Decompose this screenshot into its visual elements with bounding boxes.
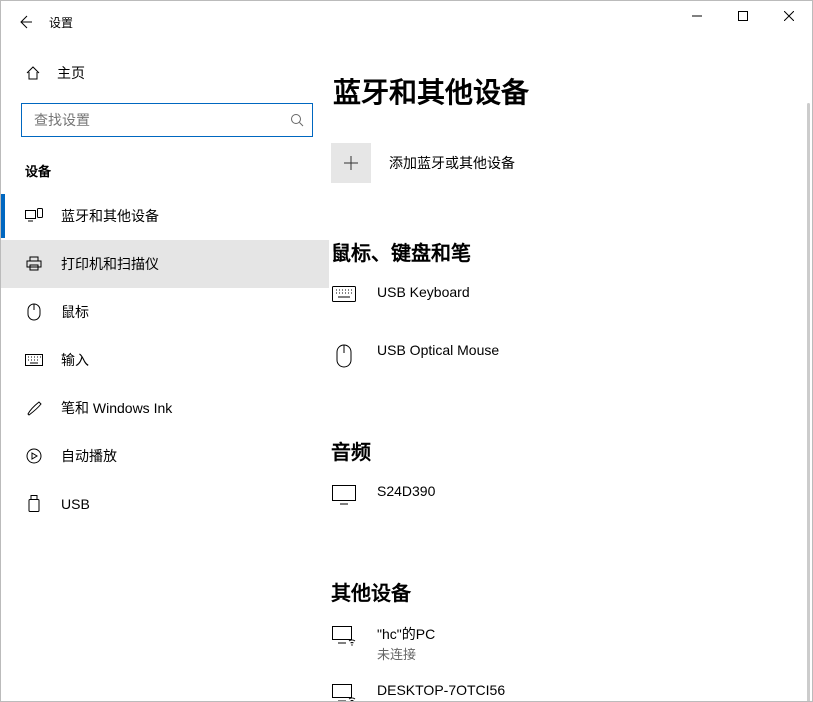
home-link[interactable]: 主页 [1, 53, 329, 93]
home-label: 主页 [57, 63, 85, 83]
device-name: "hc"的PC [377, 624, 435, 644]
device-status: 未连接 [377, 644, 435, 663]
back-button[interactable] [1, 1, 49, 43]
autoplay-icon [25, 448, 43, 464]
sidebar-nav: 蓝牙和其他设备 打印机和扫描仪 鼠标 [1, 192, 329, 528]
keyboard-icon [331, 284, 357, 302]
nav-label: 笔和 Windows Ink [61, 398, 172, 418]
nav-label: 输入 [61, 350, 89, 370]
monitor-icon [331, 483, 357, 505]
nav-printers[interactable]: 打印机和扫描仪 [1, 240, 329, 288]
nav-label: USB [61, 496, 90, 512]
titlebar: 设置 [1, 1, 812, 43]
nav-label: 自动播放 [61, 446, 117, 466]
mouse-icon [25, 303, 43, 321]
devices-icon [25, 208, 43, 224]
section-other-title: 其他设备 [331, 577, 802, 606]
scrollbar[interactable] [807, 103, 810, 701]
device-name: S24D390 [377, 483, 435, 499]
device-row[interactable]: DESKTOP-7OTCI56 未连接 [331, 682, 802, 701]
pen-icon [25, 400, 43, 416]
sidebar: 主页 设备 蓝牙和其他设备 [1, 43, 329, 701]
usb-icon [25, 495, 43, 513]
nav-label: 鼠标 [61, 302, 89, 322]
add-device-row[interactable]: 添加蓝牙或其他设备 [331, 143, 802, 183]
search-icon [290, 113, 304, 127]
section-audio-title: 音频 [331, 436, 802, 465]
device-row[interactable]: "hc"的PC 未连接 [331, 624, 802, 664]
device-name: USB Optical Mouse [377, 342, 499, 358]
content-area: 蓝牙和其他设备 添加蓝牙或其他设备 鼠标、键盘和笔 USB Keyboard [329, 43, 812, 701]
search-box[interactable] [21, 103, 313, 137]
close-button[interactable] [766, 1, 812, 31]
add-device-label: 添加蓝牙或其他设备 [389, 153, 515, 173]
search-input[interactable] [34, 112, 290, 128]
keyboard-icon [25, 354, 43, 366]
window-title: 设置 [49, 14, 73, 31]
nav-label: 打印机和扫描仪 [61, 254, 159, 274]
section-input-title: 鼠标、键盘和笔 [331, 237, 802, 266]
device-row[interactable]: USB Keyboard [331, 284, 802, 324]
nav-bluetooth-devices[interactable]: 蓝牙和其他设备 [1, 192, 329, 240]
pc-wireless-icon [331, 624, 357, 646]
nav-usb[interactable]: USB [1, 480, 329, 528]
device-row[interactable]: S24D390 [331, 483, 802, 523]
nav-mouse[interactable]: 鼠标 [1, 288, 329, 336]
device-status: 未连接 [377, 698, 505, 701]
device-row[interactable]: USB Optical Mouse [331, 342, 802, 382]
mouse-icon [331, 342, 357, 368]
settings-window: 设置 主页 [0, 0, 813, 702]
nav-pen[interactable]: 笔和 Windows Ink [1, 384, 329, 432]
nav-autoplay[interactable]: 自动播放 [1, 432, 329, 480]
add-device-button[interactable] [331, 143, 371, 183]
device-name: USB Keyboard [377, 284, 470, 300]
minimize-button[interactable] [674, 1, 720, 31]
maximize-button[interactable] [720, 1, 766, 31]
pc-wireless-icon [331, 682, 357, 701]
nav-label: 蓝牙和其他设备 [61, 206, 159, 226]
nav-typing[interactable]: 输入 [1, 336, 329, 384]
plus-icon [343, 155, 359, 171]
printer-icon [25, 256, 43, 272]
sidebar-category: 设备 [1, 137, 329, 192]
window-controls [674, 1, 812, 31]
page-title: 蓝牙和其他设备 [331, 71, 802, 111]
home-icon [25, 65, 41, 81]
device-name: DESKTOP-7OTCI56 [377, 682, 505, 698]
